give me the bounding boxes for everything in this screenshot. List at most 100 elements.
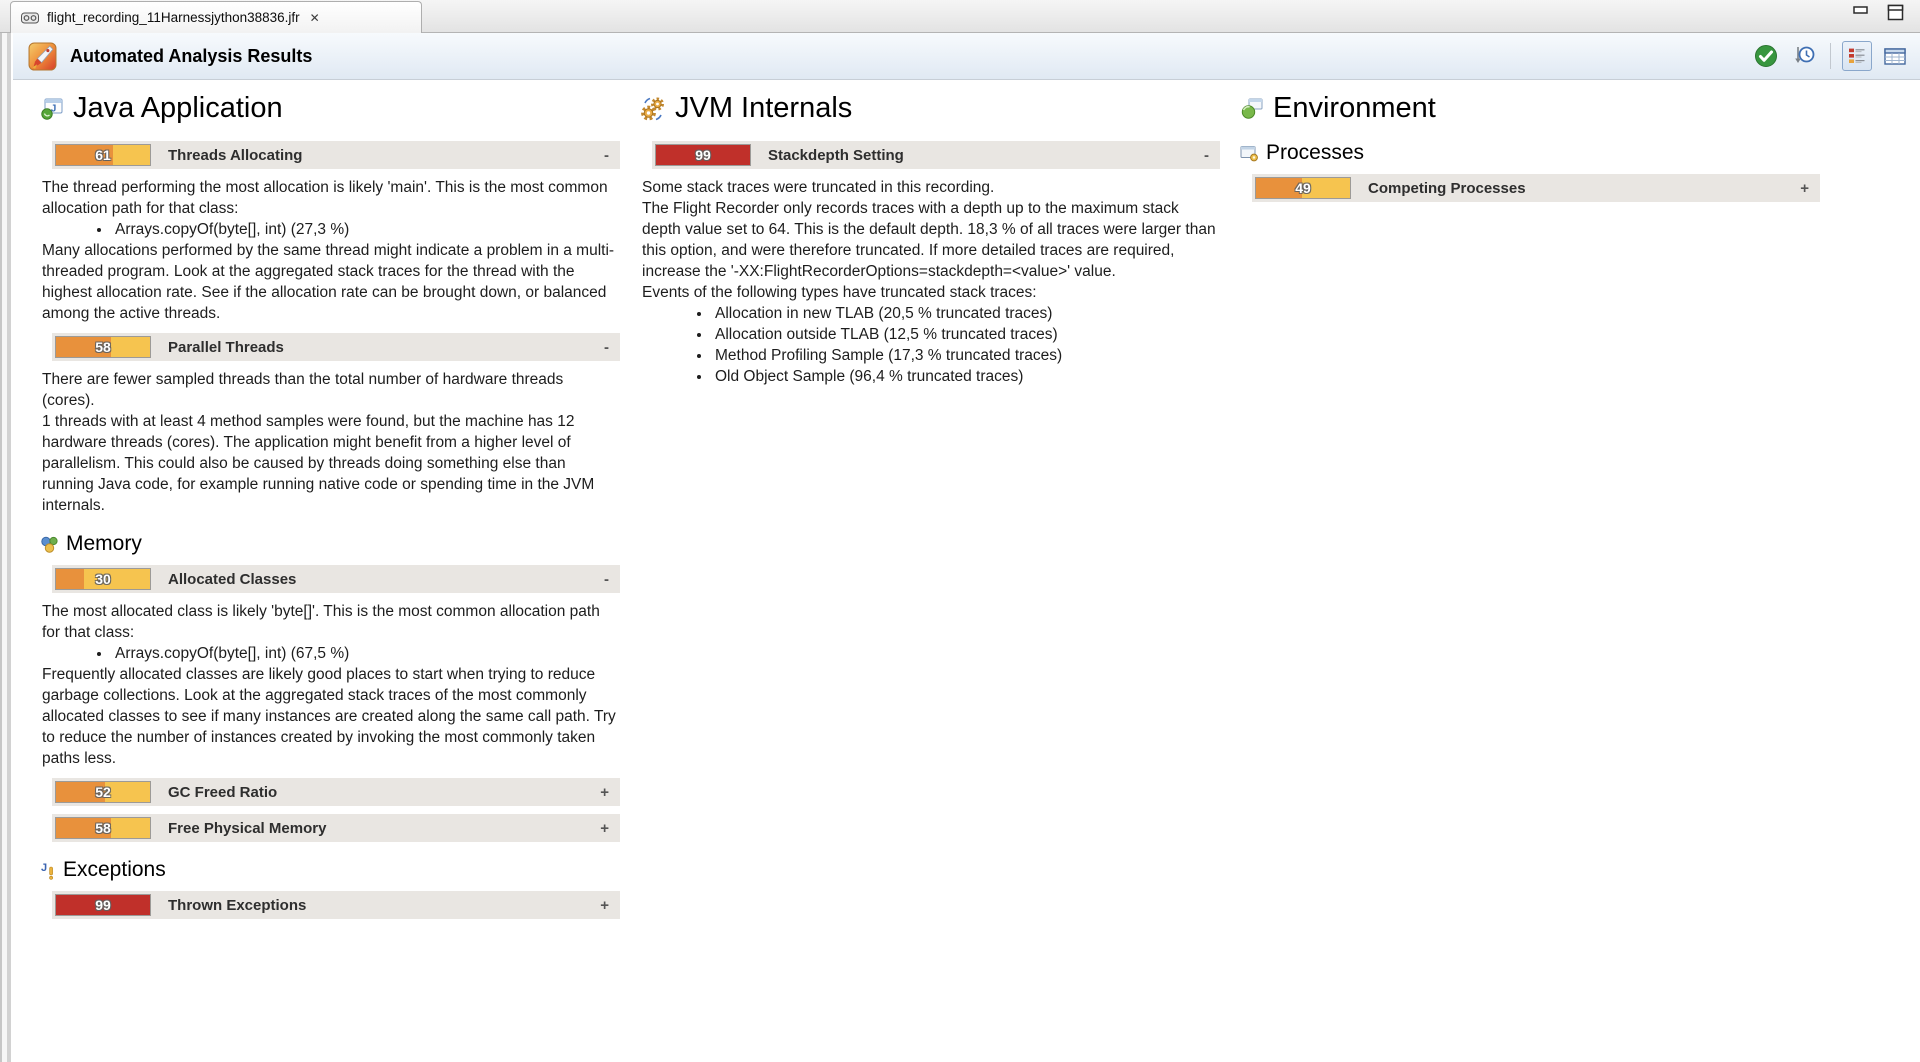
processes-icon <box>1240 145 1259 162</box>
result-label: Threads Allocating <box>168 147 601 164</box>
restore-icon[interactable] <box>1887 4 1904 21</box>
table-view-icon[interactable] <box>1880 41 1910 71</box>
result-detail: The thread performing the most allocatio… <box>42 177 620 324</box>
bullet-item: Arrays.copyOf(byte[], int) (67,5 %) <box>112 643 620 664</box>
detail-bullet-list: Allocation in new TLAB (20,5 % truncated… <box>642 303 1220 387</box>
result-label: Parallel Threads <box>168 339 601 356</box>
score-value: 30 <box>56 571 150 587</box>
detail-text: Many allocations performed by the same t… <box>42 240 620 324</box>
score-value: 52 <box>56 784 150 800</box>
collapse-toggle[interactable]: - <box>601 571 612 588</box>
result-label: Competing Processes <box>1368 180 1797 197</box>
bullet-item: Allocation in new TLAB (20,5 % truncated… <box>712 303 1220 324</box>
score-value: 99 <box>56 897 150 913</box>
tab-close-icon[interactable]: ✕ <box>310 11 320 25</box>
score-value: 61 <box>56 147 150 163</box>
result-row-thrown-exceptions[interactable]: 99 Thrown Exceptions + <box>52 891 620 919</box>
subheading-exceptions: J Exceptions <box>40 858 620 882</box>
result-label: Thrown Exceptions <box>168 897 597 914</box>
expand-toggle[interactable]: + <box>597 897 612 914</box>
score-value: 99 <box>656 147 750 163</box>
tab-title: flight_recording_11Harnessjython38836.jf… <box>47 10 300 25</box>
column-environment: Environment Processes 49 Competing Proce… <box>1240 80 1820 210</box>
result-label: Allocated Classes <box>168 571 601 588</box>
detail-text: The most allocated class is likely 'byte… <box>42 601 620 643</box>
detail-text: Some stack traces were truncated in this… <box>642 177 1220 198</box>
subheading-title: Memory <box>66 532 142 556</box>
detail-bullet-list: Arrays.copyOf(byte[], int) (67,5 %) <box>42 643 620 664</box>
result-row-free-physical-memory[interactable]: 58 Free Physical Memory + <box>52 814 620 842</box>
result-row-threads-allocating[interactable]: 61 Threads Allocating - <box>52 141 620 169</box>
column-title: Java Application <box>73 92 283 125</box>
editor-tab-bar: flight_recording_11Harnessjython38836.jf… <box>0 0 1920 33</box>
bullet-item: Allocation outside TLAB (12,5 % truncate… <box>712 324 1220 345</box>
page-header: Automated Analysis Results <box>13 33 1920 80</box>
expand-toggle[interactable]: + <box>1797 180 1812 197</box>
page-title: Automated Analysis Results <box>70 46 312 67</box>
detail-text: The thread performing the most allocatio… <box>42 177 620 219</box>
detail-text: Events of the following types have trunc… <box>642 282 1220 303</box>
result-label: Stackdepth Setting <box>768 147 1201 164</box>
bullet-item: Method Profiling Sample (17,3 % truncate… <box>712 345 1220 366</box>
result-row-competing-processes[interactable]: 49 Competing Processes + <box>1252 174 1820 202</box>
java-application-icon: J <box>40 97 64 121</box>
result-detail: The most allocated class is likely 'byte… <box>42 601 620 769</box>
time-range-selection-icon[interactable] <box>1789 41 1819 71</box>
score-bar: 49 <box>1255 177 1351 199</box>
collapse-toggle[interactable]: - <box>601 147 612 164</box>
result-detail: There are fewer sampled threads than the… <box>42 369 620 516</box>
score-bar: 58 <box>55 336 151 358</box>
window-left-edge <box>0 33 13 1062</box>
result-ok-icon[interactable] <box>1751 41 1781 71</box>
toolbar-separator <box>1830 43 1831 69</box>
header-toolbar <box>1751 40 1910 72</box>
score-bar: 99 <box>655 144 751 166</box>
column-title: Environment <box>1273 92 1436 125</box>
analysis-report: J Java Application 61 Threads Allocating… <box>13 80 1920 1062</box>
exceptions-icon: J <box>40 861 56 880</box>
automated-analysis-icon <box>28 42 57 71</box>
subheading-memory: Memory <box>40 532 620 556</box>
window-controls <box>1853 4 1904 21</box>
expand-toggle[interactable]: + <box>597 784 612 801</box>
result-detail: Some stack traces were truncated in this… <box>642 177 1220 387</box>
score-bar: 58 <box>55 817 151 839</box>
result-row-parallel-threads[interactable]: 58 Parallel Threads - <box>52 333 620 361</box>
collapse-toggle[interactable]: - <box>601 339 612 356</box>
score-bar: 52 <box>55 781 151 803</box>
collapse-toggle[interactable]: - <box>1201 147 1212 164</box>
detail-text: Frequently allocated classes are likely … <box>42 664 620 769</box>
score-value: 58 <box>56 339 150 355</box>
detail-text: The Flight Recorder only records traces … <box>642 198 1220 282</box>
score-bar: 99 <box>55 894 151 916</box>
bullet-item: Arrays.copyOf(byte[], int) (27,3 %) <box>112 219 620 240</box>
result-row-gc-freed-ratio[interactable]: 52 GC Freed Ratio + <box>52 778 620 806</box>
detail-text: There are fewer sampled threads than the… <box>42 369 620 411</box>
svg-text:J: J <box>41 862 47 874</box>
environment-icon <box>1240 97 1264 121</box>
editor-tab[interactable]: flight_recording_11Harnessjython38836.jf… <box>10 1 422 33</box>
result-row-allocated-classes[interactable]: 30 Allocated Classes - <box>52 565 620 593</box>
column-java-application: J Java Application 61 Threads Allocating… <box>40 80 620 927</box>
minimize-icon[interactable] <box>1853 4 1869 18</box>
report-view-icon[interactable] <box>1842 41 1872 71</box>
column-jvm-internals: JVM Internals 99 Stackdepth Setting - So… <box>640 80 1220 396</box>
detail-text: 1 threads with at least 4 method samples… <box>42 411 620 516</box>
column-heading: J Java Application <box>40 92 620 125</box>
score-bar: 30 <box>55 568 151 590</box>
subheading-processes: Processes <box>1240 141 1820 165</box>
score-bar: 61 <box>55 144 151 166</box>
subheading-title: Processes <box>1266 141 1364 165</box>
result-label: GC Freed Ratio <box>168 784 597 801</box>
subheading-title: Exceptions <box>63 858 166 882</box>
result-row-stackdepth-setting[interactable]: 99 Stackdepth Setting - <box>652 141 1220 169</box>
column-heading: Environment <box>1240 92 1820 125</box>
score-value: 58 <box>56 820 150 836</box>
result-label: Free Physical Memory <box>168 820 597 837</box>
column-title: JVM Internals <box>675 92 852 125</box>
flight-recording-icon <box>21 12 39 24</box>
expand-toggle[interactable]: + <box>597 820 612 837</box>
bullet-item: Old Object Sample (96,4 % truncated trac… <box>712 366 1220 387</box>
score-value: 49 <box>1256 180 1350 196</box>
column-heading: JVM Internals <box>640 92 1220 125</box>
